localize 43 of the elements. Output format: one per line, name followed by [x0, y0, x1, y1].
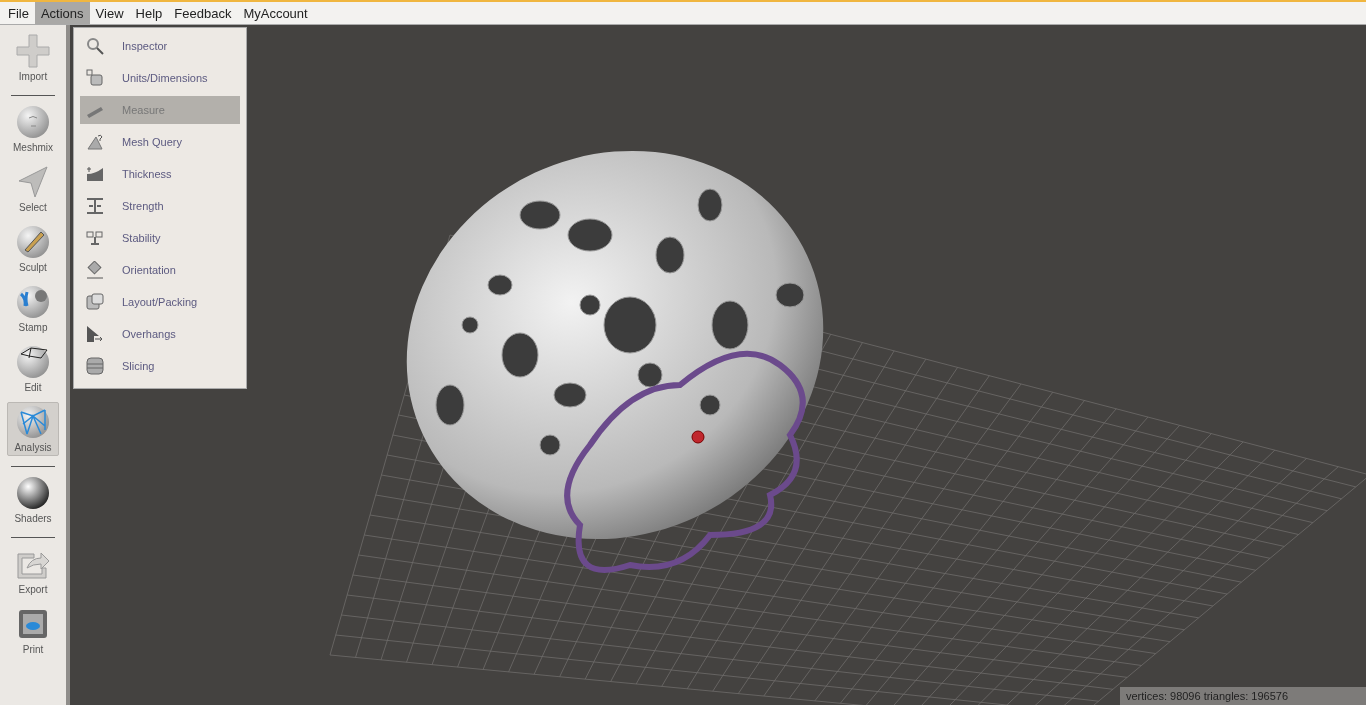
- beam-icon: [86, 197, 104, 215]
- tilted-square-icon: [86, 261, 104, 279]
- tool-button[interactable]: Print: [7, 604, 59, 658]
- menu-item[interactable]: Actions: [34, 2, 90, 24]
- tool-button[interactable]: Export: [7, 544, 59, 598]
- tool-button[interactable]: Select: [7, 162, 59, 216]
- tool-button[interactable]: Edit: [7, 342, 59, 396]
- menu-item[interactable]: Thickness: [80, 160, 240, 188]
- triangle-question-icon: [86, 133, 104, 151]
- menu-item[interactable]: Stability: [80, 224, 240, 252]
- tool-button[interactable]: Analysis: [7, 402, 59, 456]
- chrome-sphere-icon: [15, 475, 51, 511]
- layers-icon: [86, 357, 104, 375]
- slope-icon: [86, 165, 104, 183]
- menu-item[interactable]: File: [2, 2, 35, 24]
- squares-icon: [86, 69, 104, 87]
- menu-item[interactable]: Inspector: [80, 32, 240, 60]
- overhang-icon: [86, 325, 104, 343]
- menu-item[interactable]: MyAccount: [237, 2, 314, 24]
- sphere-mesh-icon: [15, 344, 51, 380]
- menu-item[interactable]: Feedback: [168, 2, 238, 24]
- sphere-stamp-icon: [15, 284, 51, 320]
- sphere-brush-icon: [15, 224, 51, 260]
- menu-item[interactable]: Orientation: [80, 256, 240, 284]
- menu-item[interactable]: View: [89, 2, 130, 24]
- status-bar: vertices: 98096 triangles: 196576: [1120, 687, 1366, 705]
- stacked-squares-icon: [86, 293, 104, 311]
- tool-button[interactable]: Meshmix: [7, 102, 59, 156]
- magnifier-icon: [86, 37, 104, 55]
- menu-item[interactable]: Strength: [80, 192, 240, 220]
- tool-button[interactable]: Sculpt: [7, 222, 59, 276]
- menu-item[interactable]: Help: [129, 2, 169, 24]
- menu-item[interactable]: Overhangs: [80, 320, 240, 348]
- scale-icon: [86, 229, 104, 247]
- menu-item[interactable]: Units/Dimensions: [80, 64, 240, 92]
- menu-item[interactable]: Layout/Packing: [80, 288, 240, 316]
- sphere-mesh-icon: [15, 404, 51, 440]
- menu-item[interactable]: Slicing: [80, 352, 240, 380]
- plus-icon: [15, 33, 51, 69]
- tool-button[interactable]: Shaders: [7, 473, 59, 527]
- tool-button[interactable]: Stamp: [7, 282, 59, 336]
- menu-item[interactable]: Mesh Query: [80, 128, 240, 156]
- tool-button[interactable]: Import: [7, 31, 59, 85]
